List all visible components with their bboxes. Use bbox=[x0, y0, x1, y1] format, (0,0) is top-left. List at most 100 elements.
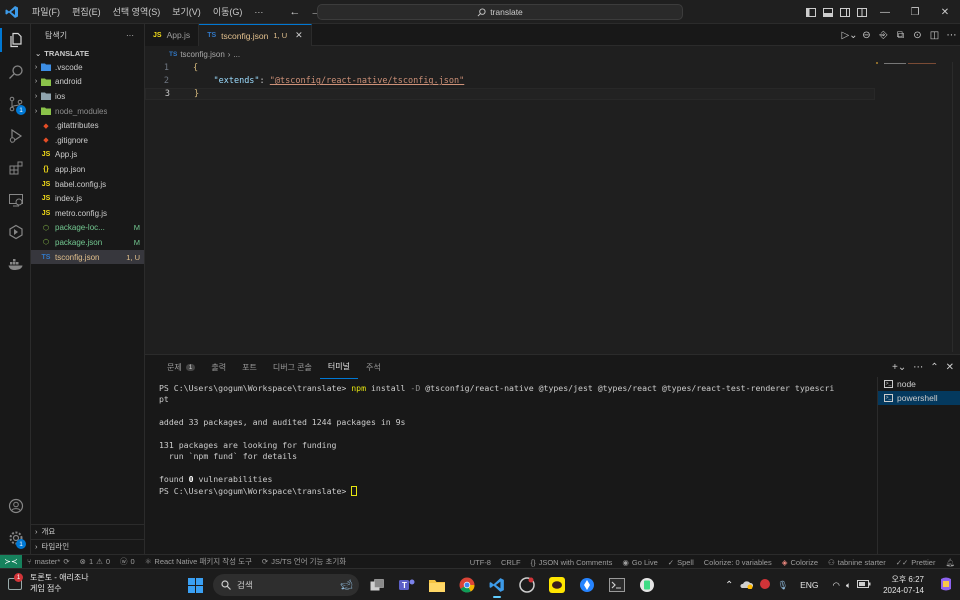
volume-icon[interactable]: 🔈︎ bbox=[846, 580, 851, 591]
taskbar-search[interactable]: 검색 🐋︎ bbox=[213, 574, 359, 596]
timeline-section[interactable]: › 타임라인 bbox=[31, 539, 145, 553]
tree-item[interactable]: › .vscode bbox=[31, 60, 144, 75]
new-terminal-icon[interactable]: +⌄ bbox=[892, 362, 906, 373]
breadcrumb-file[interactable]: tsconfig.json bbox=[180, 50, 224, 59]
tree-item[interactable]: ⬡ package.json M bbox=[31, 235, 144, 250]
tree-item[interactable]: JS App.js bbox=[31, 148, 144, 163]
battery-icon[interactable] bbox=[857, 580, 871, 590]
panel-tab[interactable]: 주석 bbox=[358, 355, 389, 379]
prettier-item[interactable]: ✓✓ Prettier bbox=[891, 558, 941, 567]
tree-item[interactable]: › android bbox=[31, 75, 144, 90]
open-preview-icon[interactable]: ⎆ bbox=[875, 30, 892, 41]
tree-item[interactable]: JS metro.config.js bbox=[31, 206, 144, 221]
terminal-app-icon[interactable] bbox=[605, 571, 629, 599]
wifi-icon[interactable]: ◠ bbox=[833, 580, 840, 591]
branch-item[interactable]: ⑂ master* ⟳ bbox=[22, 557, 75, 566]
tree-item[interactable]: ◆ .gitattributes bbox=[31, 118, 144, 133]
sidebar-more-button[interactable]: ··· bbox=[126, 31, 134, 40]
ports-item[interactable]: ⓦ 0 bbox=[115, 556, 140, 567]
tree-item[interactable]: TS tsconfig.json 1, U bbox=[31, 249, 144, 265]
extensions-icon[interactable] bbox=[0, 152, 31, 184]
microphone-icon[interactable]: 🎙︎ bbox=[777, 580, 788, 591]
eol-item[interactable]: CRLF bbox=[496, 558, 526, 567]
tree-item[interactable]: ⬡ package-loc... M bbox=[31, 221, 144, 236]
close-panel-icon[interactable]: ✕ bbox=[946, 362, 954, 373]
terminal-item-powershell[interactable]: >_ powershell bbox=[878, 391, 960, 405]
android-studio-icon[interactable] bbox=[635, 571, 659, 599]
tree-item[interactable]: › node_modules bbox=[31, 104, 144, 119]
code-editor[interactable]: 1{2 "extends": "@tsconfig/react-native/t… bbox=[145, 62, 875, 352]
onedrive-icon[interactable] bbox=[739, 579, 754, 591]
copy-icon[interactable]: ⧉ bbox=[892, 30, 909, 41]
copilot-icon[interactable] bbox=[938, 576, 954, 594]
terminal-output[interactable]: PS C:\Users\gogum\Workspace\translate> n… bbox=[159, 383, 859, 497]
minimap[interactable] bbox=[876, 62, 938, 66]
run-code-icon[interactable]: ▷⌄ bbox=[841, 30, 858, 41]
more-actions-icon[interactable]: ⋯ bbox=[943, 30, 960, 41]
kakaotalk-icon[interactable] bbox=[545, 571, 569, 599]
panel-tab[interactable]: 디버그 콘솔 bbox=[265, 355, 320, 379]
menu-file[interactable]: 파일(F) bbox=[26, 0, 66, 24]
menu-view[interactable]: 보기(V) bbox=[166, 0, 207, 24]
encoding-item[interactable]: UTF-8 bbox=[465, 558, 496, 567]
panel-tab[interactable]: 문제 1 bbox=[159, 355, 203, 379]
maximize-panel-icon[interactable]: ⌃ bbox=[930, 362, 938, 373]
testing-icon[interactable] bbox=[0, 216, 31, 248]
problems-item[interactable]: ⊗ 1 ⚠ 0 bbox=[75, 557, 115, 566]
search-icon[interactable] bbox=[0, 56, 31, 88]
tab-tsconfig-json[interactable]: TS tsconfig.json 1, U ✕ bbox=[199, 24, 312, 46]
more-actions-icon[interactable]: ⋯ bbox=[913, 362, 923, 373]
chevron-up-icon[interactable]: ⌃ bbox=[725, 580, 733, 591]
compare-icon[interactable]: ⊖ bbox=[858, 30, 875, 41]
toggle-primary-sidebar-icon[interactable] bbox=[802, 0, 819, 24]
chrome-icon[interactable] bbox=[455, 571, 479, 599]
account-icon[interactable] bbox=[0, 490, 31, 522]
tree-item[interactable]: ◆ .gitignore bbox=[31, 133, 144, 148]
remote-icon[interactable]: ≻≺ bbox=[0, 554, 22, 569]
sourcetree-icon[interactable] bbox=[575, 571, 599, 599]
file-explorer-icon[interactable] bbox=[425, 571, 449, 599]
tree-item[interactable]: JS index.js bbox=[31, 191, 144, 206]
breadcrumb-rest[interactable]: ... bbox=[233, 50, 240, 59]
clock[interactable]: 오후 6:27 2024-07-14 bbox=[883, 574, 924, 596]
toggle-panel-icon[interactable] bbox=[819, 0, 836, 24]
colorize-vars-item[interactable]: Colorize: 0 variables bbox=[699, 558, 777, 567]
settings-gear-icon[interactable]: 1 bbox=[0, 522, 31, 554]
explorer-icon[interactable] bbox=[0, 24, 31, 56]
tree-item[interactable]: JS babel.config.js bbox=[31, 177, 144, 192]
workspace-folder[interactable]: ⌄ TRANSLATE bbox=[31, 46, 144, 60]
close-window-button[interactable]: ✕ bbox=[930, 0, 960, 24]
github-desktop-icon[interactable] bbox=[515, 571, 539, 599]
colorize-item[interactable]: ◈ Colorize bbox=[777, 558, 823, 567]
terminal-item-node[interactable]: >_ node bbox=[878, 377, 960, 391]
source-control-icon[interactable]: 1 bbox=[0, 88, 31, 120]
menu-more[interactable]: ··· bbox=[248, 0, 269, 24]
docker-icon[interactable] bbox=[0, 248, 31, 280]
panel-tab[interactable]: 출력 bbox=[203, 355, 234, 379]
close-icon[interactable]: ✕ bbox=[295, 30, 303, 41]
maximize-button[interactable]: ❐ bbox=[900, 0, 930, 24]
menu-edit[interactable]: 편집(E) bbox=[66, 0, 107, 24]
language-indicator[interactable]: ENG bbox=[800, 580, 818, 590]
widgets-button[interactable]: 1 토론토 - 애리조나 게임 점수 bbox=[8, 572, 89, 594]
back-arrow-icon[interactable]: ← bbox=[289, 6, 300, 18]
teams-icon[interactable]: T bbox=[395, 571, 419, 599]
notifications-icon[interactable]: 🔔︎ bbox=[940, 558, 960, 567]
tab-app-js[interactable]: JS App.js bbox=[145, 24, 200, 46]
notification-app-icon[interactable] bbox=[759, 578, 771, 592]
split-editor-icon[interactable]: ◫ bbox=[926, 30, 943, 41]
toggle-secondary-sidebar-icon[interactable] bbox=[836, 0, 853, 24]
language-item[interactable]: {} JSON with Comments bbox=[526, 558, 618, 567]
tree-item[interactable]: {} app.json bbox=[31, 162, 144, 177]
menu-selection[interactable]: 선택 영역(S) bbox=[107, 0, 167, 24]
run-debug-icon[interactable] bbox=[0, 120, 31, 152]
golive-item[interactable]: ◉ Go Live bbox=[617, 558, 662, 567]
panel-tab[interactable]: 터미널 bbox=[319, 355, 358, 379]
menu-go[interactable]: 이동(G) bbox=[207, 0, 249, 24]
tree-item[interactable]: › ios bbox=[31, 89, 144, 104]
command-center-search[interactable]: translate bbox=[317, 4, 683, 20]
task-view-icon[interactable] bbox=[365, 571, 389, 599]
panel-tab[interactable]: 포트 bbox=[234, 355, 265, 379]
outline-section[interactable]: › 개요 bbox=[31, 524, 145, 538]
spell-item[interactable]: ✓ Spell bbox=[663, 558, 699, 567]
